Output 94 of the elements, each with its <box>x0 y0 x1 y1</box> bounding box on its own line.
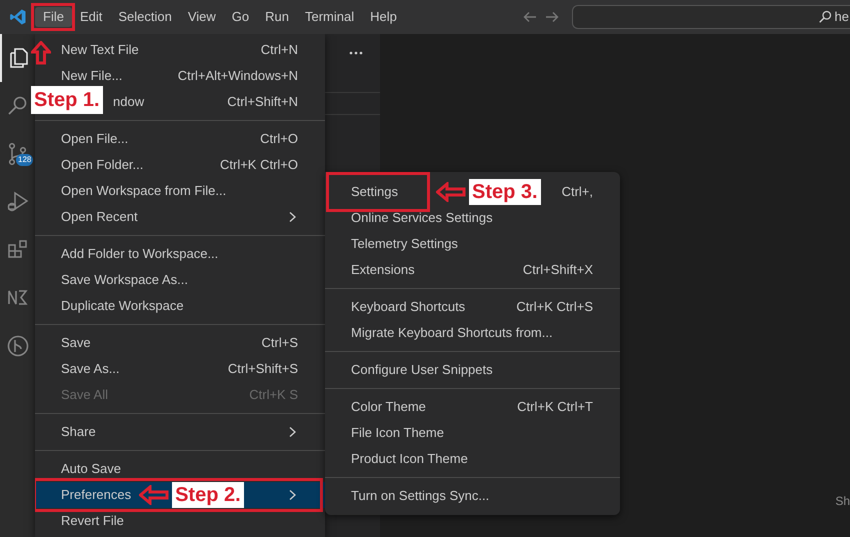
menu-item[interactable]: ndow Ctrl+Shift+N <box>112 89 325 115</box>
menu-item-label: Save As... <box>61 360 120 378</box>
menu-item-label: Product Icon Theme <box>351 450 468 468</box>
menu-item[interactable]: Open File... Ctrl+O <box>35 126 325 152</box>
step-label: Step 3. <box>468 179 541 205</box>
menu-item[interactable]: Add Folder to Workspace... <box>35 241 325 267</box>
search-icon <box>818 10 832 24</box>
menu-item-label: ndow <box>113 93 144 112</box>
menu-item[interactable]: Extensions Ctrl+Shift+X <box>325 257 620 283</box>
menu-item[interactable]: Configure User Snippets <box>325 357 620 383</box>
menu-item[interactable]: Turn on Settings Sync... <box>325 483 620 509</box>
menu-item[interactable]: Migrate Keyboard Shortcuts from... <box>325 320 620 346</box>
menu-item[interactable]: Revert File <box>35 508 325 534</box>
menu-item-label: Turn on Settings Sync... <box>351 487 490 506</box>
menu-item[interactable]: Open Folder... Ctrl+K Ctrl+O <box>35 152 325 178</box>
menu-item-label: Extensions <box>351 261 415 280</box>
menu-item[interactable]: Save As... Ctrl+Shift+S <box>35 356 325 382</box>
shortcut-text: Ctrl+K S <box>249 386 298 404</box>
menu-item-label: Add Folder to Workspace... <box>61 245 218 264</box>
branch-circle-icon[interactable] <box>6 334 30 358</box>
menu-item[interactable]: New Text File Ctrl+N <box>35 37 325 63</box>
menu-item[interactable]: Save Ctrl+S <box>35 330 325 356</box>
menu-item-label: Color Theme <box>351 398 426 416</box>
step-label: Step 1. <box>31 86 103 114</box>
shortcut-text: Ctrl+Shift+X <box>522 261 593 280</box>
menu-item[interactable]: Color Theme Ctrl+K Ctrl+T <box>325 394 620 420</box>
menu-item-label: Save <box>61 334 91 352</box>
shortcut-text: Ctrl+O <box>260 130 298 148</box>
menu-item-label: Duplicate Workspace <box>61 297 184 316</box>
search-field[interactable]: he <box>572 5 850 29</box>
menu-item-label: Open Folder... <box>61 156 144 174</box>
up-arrow-icon <box>31 41 51 65</box>
menu-bar-item[interactable]: Terminal <box>297 7 362 27</box>
menu-item-label: Online Services Settings <box>351 209 493 228</box>
menu-item-label: Migrate Keyboard Shortcuts from... <box>351 324 553 342</box>
menu-item-label: Open Recent <box>61 208 138 226</box>
files-icon[interactable] <box>7 46 31 70</box>
menu-item-label: Save All <box>61 386 108 404</box>
menu-item[interactable]: Keyboard Shortcuts Ctrl+K Ctrl+S <box>325 294 620 320</box>
left-arrow-icon <box>436 182 466 202</box>
chevron-right-icon <box>288 211 298 223</box>
step-label: Step 2. <box>172 482 244 508</box>
chevron-right-icon <box>288 489 298 501</box>
menu-item-label: Configure User Snippets <box>351 361 493 380</box>
menu-item[interactable]: Telemetry Settings <box>325 231 620 257</box>
shortcut-text: Ctrl+Shift+S <box>228 360 298 378</box>
menu-item[interactable]: Open Recent <box>35 204 325 230</box>
menu-item[interactable]: Preferences Step 2. <box>35 482 325 508</box>
menu-bar-item[interactable]: Edit <box>72 7 110 27</box>
menu-item-label: Save Workspace As... <box>61 271 188 290</box>
shortcut-text: Ctrl+N <box>260 41 298 60</box>
menu-item[interactable]: Share <box>35 419 325 445</box>
menu-item-label: Keyboard Shortcuts <box>351 298 466 316</box>
menu-item-label: Settings <box>351 183 398 202</box>
shortcut-text: Ctrl+K Ctrl+S <box>516 298 593 316</box>
menu-item-label: Revert File <box>61 512 124 530</box>
menu-item[interactable]: Duplicate Workspace <box>35 293 325 319</box>
menu-bar-item[interactable]: Go <box>224 7 258 27</box>
menu-item[interactable]: New File... Ctrl+Alt+Windows+N <box>35 63 325 89</box>
menu-item[interactable]: Product Icon Theme <box>325 446 620 472</box>
menu-item[interactable]: Auto Save <box>35 456 325 482</box>
menu-item-label: New File... <box>61 67 122 86</box>
shortcut-text: Ctrl+K Ctrl+T <box>517 398 593 416</box>
menu-bar-item[interactable]: Help <box>362 7 405 27</box>
menu-bar-item[interactable]: Selection <box>110 7 180 27</box>
menu-bar-item[interactable]: Run <box>257 7 297 27</box>
shortcut-text: Ctrl+Shift+N <box>227 93 298 112</box>
shortcut-text: Ctrl+K Ctrl+O <box>220 156 298 174</box>
menu-item[interactable]: Open Workspace from File... <box>35 178 325 204</box>
menu-item-label: Open File... <box>61 130 128 148</box>
menu-item-label: Preferences <box>61 486 132 504</box>
menu-bar-item[interactable]: File <box>35 7 72 27</box>
menu-item-label: Open Workspace from File... <box>61 182 226 200</box>
shortcut-text: Ctrl+Alt+Windows+N <box>178 67 298 86</box>
menu-item-label: Telemetry Settings <box>351 235 458 254</box>
run-debug-icon[interactable] <box>6 190 30 214</box>
menu-item[interactable]: Online Services Settings <box>325 205 620 231</box>
menu-item[interactable]: Settings Step 3. Ctrl+, <box>325 179 620 205</box>
left-arrow-icon <box>139 485 170 505</box>
app-logo-icon[interactable] <box>9 8 27 26</box>
editor-hint: Sh <box>835 493 850 510</box>
menu-bar-item[interactable]: View <box>180 7 224 27</box>
count-badge: 128 <box>16 154 34 166</box>
menu-item-label: Share <box>61 423 96 442</box>
shortcut-text: Ctrl+S <box>262 334 298 352</box>
menu-item-label: New Text File <box>61 41 139 60</box>
menu-item[interactable]: Save Workspace As... <box>35 267 325 293</box>
menu-item-label: File Icon Theme <box>351 424 444 442</box>
menu-item-label: Auto Save <box>61 460 121 478</box>
menu-item[interactable]: File Icon Theme <box>325 420 620 446</box>
shortcut-text: Ctrl+, <box>562 183 593 202</box>
more-actions-icon[interactable] <box>349 51 363 55</box>
highlight-frame <box>31 3 75 31</box>
chevron-right-icon <box>288 426 298 438</box>
